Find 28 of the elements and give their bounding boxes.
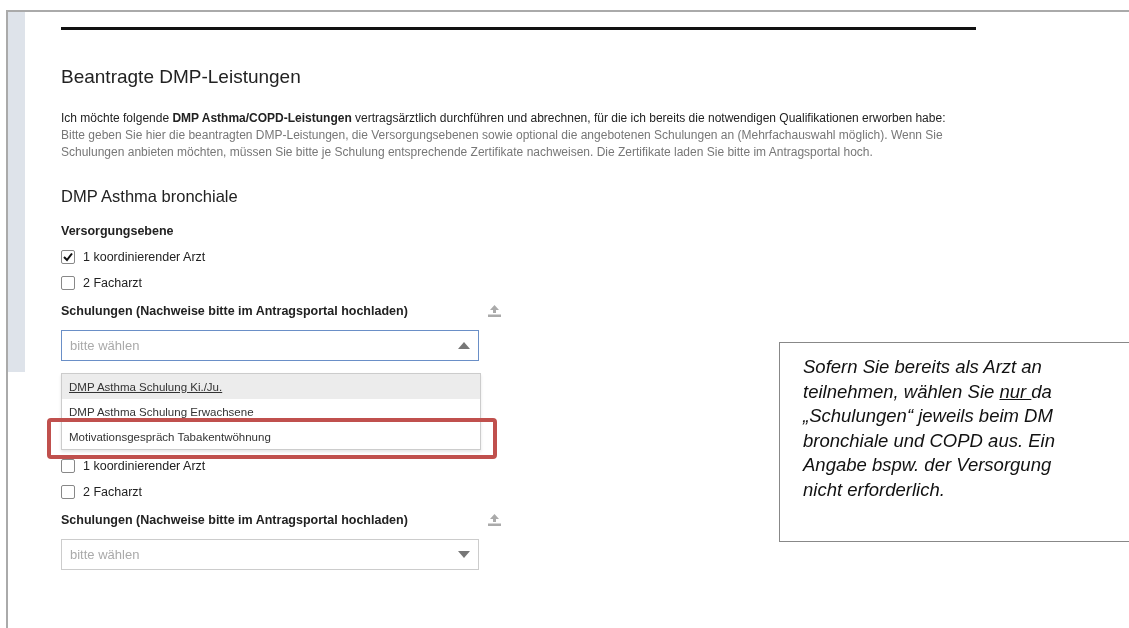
- checkbox[interactable]: [61, 250, 75, 264]
- page-heading: Beantragte DMP-Leistungen: [61, 66, 302, 88]
- section-heading: DMP Asthma bronchiale: [61, 187, 239, 206]
- dropdown-option[interactable]: DMP Asthma Schulung Erwachsene: [62, 399, 480, 424]
- upload-icon[interactable]: [488, 514, 501, 526]
- checkbox[interactable]: [61, 485, 75, 499]
- upload-icon[interactable]: [488, 305, 501, 317]
- dropdown-option[interactable]: DMP Asthma Schulung Ki./Ju.: [62, 374, 480, 399]
- dropdown-option[interactable]: Motivationsgespräch Tabakentwöhnung: [62, 424, 480, 449]
- field-label: Schulungen (Nachweise bitte im Antragsportal hochladen): [61, 304, 408, 318]
- checkbox-label: 1 koordinierender Arzt: [83, 250, 206, 264]
- callout-text: nicht erforderlich.: [803, 477, 945, 502]
- caret-icon: [458, 342, 470, 349]
- checkbox-label: 1 koordinierender Arzt: [83, 459, 206, 473]
- hint-text: Bitte geben Sie hier die beantragten DMP-Leistungen, die Versorgungsebenen sowie optional die angebotenen Schulungen an (Mehrfachauswahl möglich). Wenn Sie Schulungen anbieten möchten, müssen Sie bitte je Schulung entsprechende Zertifikate nachweisen. Die Zertifikate laden Sie bitte im Antragsportal hoch.: [61, 127, 944, 161]
- caret-icon: [458, 551, 470, 558]
- checkbox[interactable]: [61, 276, 75, 290]
- callout-text: Sofern Sie bereits als Arzt an: [803, 355, 1042, 379]
- checkbox-label: 2 Facharzt: [83, 276, 143, 290]
- callout-text: bronchiale und COPD aus. Ein: [803, 428, 1055, 453]
- intro-text: Ich möchte folgende DMP Asthma/COPD-Leistungen vertragsärztlich durchführen und abrechnen, für die ich bereits die notwendigen Qualifikationen erworben habe:: [61, 110, 947, 127]
- checkbox[interactable]: [61, 459, 75, 473]
- callout-text: Angabe bspw. der Versorgung: [803, 453, 1052, 477]
- field-label: Schulungen (Nachweise bitte im Antragsportal hochladen): [61, 513, 408, 527]
- checkbox-label: 2 Facharzt: [83, 485, 143, 499]
- field-label: Versorgungsebene: [61, 224, 174, 238]
- callout-text: „Schulungen“ jeweils beim DM: [803, 404, 1053, 428]
- callout-text: teilnehmen, wählen Sie nur da: [803, 379, 1052, 404]
